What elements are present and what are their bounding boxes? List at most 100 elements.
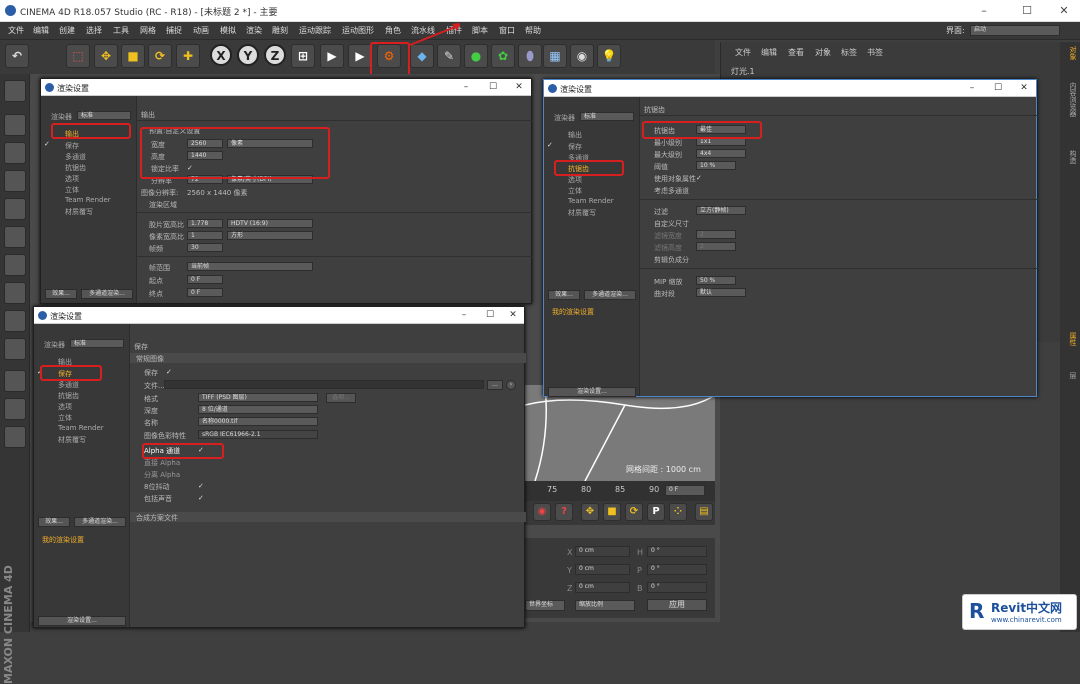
use-object-props-checkbox[interactable]: ✓ <box>696 174 702 182</box>
tree-item-options[interactable]: 选项 <box>65 174 79 184</box>
tree-item-material-override[interactable]: 材质覆写 <box>65 207 93 217</box>
scale-select[interactable]: 缩放比例 <box>575 600 635 611</box>
renderer-select[interactable]: 标准 <box>70 339 124 348</box>
menu-create[interactable]: 创建 <box>59 25 75 36</box>
world-coord-select[interactable]: 世界坐标 <box>525 600 565 611</box>
menu-render[interactable]: 渲染 <box>246 25 262 36</box>
renderer-select[interactable]: 标准 <box>580 112 634 121</box>
menu-edit[interactable]: 编辑 <box>33 25 49 36</box>
color-profile-field[interactable]: sRGB IEC61966-2.1 <box>198 430 318 439</box>
max-level-select[interactable]: 4x4 <box>696 149 746 158</box>
format-select[interactable]: TIFF (PSD 图层) <box>198 393 318 402</box>
y-axis-icon[interactable]: Y <box>237 44 259 66</box>
curve-select[interactable]: 默认 <box>696 288 746 297</box>
tree-item-team-render[interactable]: Team Render <box>65 196 111 204</box>
tree-item-save[interactable]: 保存 <box>65 141 79 151</box>
tree-item-stereo[interactable]: 立体 <box>65 185 79 195</box>
render-to-picture-viewer-icon[interactable]: ▶ <box>348 44 372 68</box>
filter-height-field[interactable]: 2 <box>696 242 736 251</box>
minimize-icon[interactable]: – <box>970 2 998 19</box>
multipass-button[interactable]: 多通道渲染... <box>74 517 126 527</box>
coord-field[interactable]: 0 ° <box>647 546 707 557</box>
tree-item-material-override[interactable]: 材质覆写 <box>568 208 596 218</box>
minimize-icon[interactable]: – <box>456 80 476 94</box>
menu-select[interactable]: 选择 <box>86 25 102 36</box>
x-axis-icon[interactable]: X <box>210 44 232 66</box>
record-icon[interactable]: ◉ <box>533 503 551 521</box>
menu-character[interactable]: 角色 <box>385 25 401 36</box>
tree-item-stereo[interactable]: 立体 <box>58 413 72 423</box>
section-header-compositing[interactable]: 合成方案文件 <box>130 512 526 522</box>
maximize-icon[interactable]: ☐ <box>988 81 1008 95</box>
close-icon[interactable]: ✕ <box>503 308 523 322</box>
file-path-field[interactable] <box>164 380 484 389</box>
timeline[interactable]: 75 80 85 90 0 F <box>525 481 715 501</box>
tree-item-antialiasing[interactable]: 抗锯齿 <box>58 391 79 401</box>
floor-icon[interactable]: ▦ <box>543 44 567 68</box>
minimize-icon[interactable]: – <box>454 308 474 322</box>
filter-width-field[interactable]: 2 <box>696 230 736 239</box>
light-icon[interactable]: 💡 <box>597 44 621 68</box>
edges-mode-icon[interactable] <box>4 226 26 248</box>
maximize-icon[interactable]: ☐ <box>480 308 500 322</box>
coord-field[interactable]: 0 cm <box>575 582 630 593</box>
coord-field[interactable]: 0 cm <box>575 564 630 575</box>
obj-menu-tags[interactable]: 标签 <box>841 47 857 58</box>
filter-select[interactable]: 立方(静帧) <box>696 206 746 215</box>
menu-snap[interactable]: 捕捉 <box>166 25 182 36</box>
obj-menu-bookmarks[interactable]: 书签 <box>867 47 883 58</box>
tree-item-multipass[interactable]: 多通道 <box>58 380 79 390</box>
array-icon[interactable]: ✿ <box>491 44 515 68</box>
menu-tools[interactable]: 工具 <box>113 25 129 36</box>
tree-item-options[interactable]: 选项 <box>58 402 72 412</box>
close-icon[interactable]: ✕ <box>1014 81 1034 95</box>
film-aspect-field[interactable]: 1.778 <box>187 219 223 228</box>
autokey-icon[interactable]: ? <box>555 503 573 521</box>
snap-icon[interactable] <box>4 338 26 360</box>
coordinate-system-icon[interactable]: ⊞ <box>291 44 315 68</box>
start-field[interactable]: 0 F <box>187 275 223 284</box>
name-select[interactable]: 名称0000.tif <box>198 417 318 426</box>
obj-menu-view[interactable]: 查看 <box>788 47 804 58</box>
menu-help[interactable]: 帮助 <box>525 25 541 36</box>
menu-window[interactable]: 窗口 <box>499 25 515 36</box>
tab-structure[interactable]: 构造 <box>1062 150 1078 164</box>
key-points-icon[interactable]: ⁘ <box>669 503 687 521</box>
rotate-icon[interactable]: ⟳ <box>148 44 172 68</box>
my-render-settings[interactable]: 我的渲染设置 <box>42 535 84 545</box>
effects-button[interactable]: 效果... <box>38 517 70 527</box>
pixel-aspect-field[interactable]: 1 <box>187 231 223 240</box>
add-icon[interactable]: ✚ <box>176 44 200 68</box>
tree-item-options[interactable]: 选项 <box>568 175 582 185</box>
obj-menu-object[interactable]: 对象 <box>815 47 831 58</box>
tab-objects[interactable]: 对象 <box>1062 46 1078 60</box>
render-region-label[interactable]: 渲染区域 <box>149 200 177 210</box>
undo-icon[interactable]: ↶ <box>5 44 29 68</box>
options-button[interactable]: 选项... <box>326 393 356 403</box>
deformer-icon[interactable]: ⬮ <box>518 44 542 68</box>
renderer-select[interactable]: 标准 <box>77 111 131 120</box>
move-icon[interactable]: ✥ <box>94 44 118 68</box>
key-rotate-icon[interactable]: ⟳ <box>625 503 643 521</box>
tweak-icon[interactable] <box>4 310 26 332</box>
apply-button[interactable]: 应用 <box>647 599 707 611</box>
frame-range-select[interactable]: 当前帧 <box>187 262 313 271</box>
expand-icon[interactable]: › <box>506 380 516 390</box>
save-checkbox[interactable]: ✓ <box>166 368 172 376</box>
tree-item-save[interactable]: 保存 <box>568 142 582 152</box>
coord-field[interactable]: 0 cm <box>575 546 630 557</box>
magnet-icon[interactable] <box>4 370 26 392</box>
render-view-icon[interactable]: ▶ <box>320 44 344 68</box>
tree-item-output[interactable]: 输出 <box>568 130 582 140</box>
key-move-icon[interactable]: ✥ <box>581 503 599 521</box>
lock-grid-icon[interactable] <box>4 426 26 448</box>
tab-layers[interactable]: 层 <box>1062 372 1078 379</box>
film-aspect-select[interactable]: HDTV (16:9) <box>227 219 313 228</box>
end-field[interactable]: 0 F <box>187 288 223 297</box>
tree-item-stereo[interactable]: 立体 <box>568 186 582 196</box>
maximize-icon[interactable]: ☐ <box>1013 2 1041 19</box>
obj-menu-file[interactable]: 文件 <box>735 47 751 58</box>
effects-button[interactable]: 效果... <box>548 290 580 300</box>
maximize-icon[interactable]: ☐ <box>483 80 503 94</box>
live-select-icon[interactable]: ⬚ <box>66 44 90 68</box>
